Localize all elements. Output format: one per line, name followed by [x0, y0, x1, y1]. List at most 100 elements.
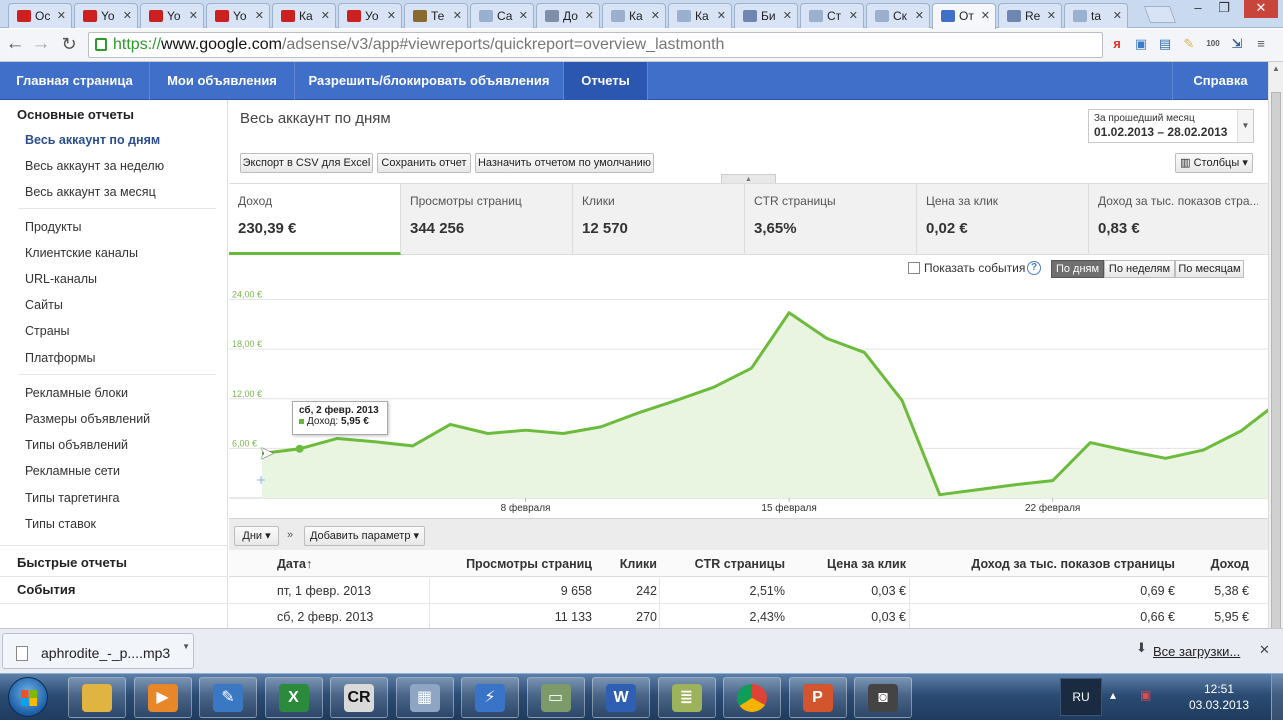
close-tab-icon[interactable]: ✕: [1113, 9, 1122, 22]
nav-home[interactable]: Главная страница: [0, 62, 150, 100]
close-tab-icon[interactable]: ✕: [783, 9, 792, 22]
tray-expand-icon[interactable]: ▴: [1110, 688, 1116, 702]
close-tab-icon[interactable]: ✕: [849, 9, 858, 22]
download-item[interactable]: aphrodite_-_p....mp3 ▼: [2, 633, 194, 669]
granularity-by-day[interactable]: По дням: [1051, 260, 1104, 278]
close-tab-icon[interactable]: ✕: [321, 9, 330, 22]
sidebar-item-ad-networks[interactable]: Рекламные сети: [25, 464, 120, 478]
scrollbar-thumb[interactable]: [1271, 92, 1281, 677]
sidebar-item-products[interactable]: Продукты: [25, 220, 81, 234]
metric-page-views[interactable]: Просмотры страниц 344 256: [401, 184, 573, 254]
metric-cpc[interactable]: Цена за клик 0,02 €: [917, 184, 1089, 254]
col-rpm[interactable]: Доход за тыс. показов страницы: [929, 557, 1175, 571]
browser-tab[interactable]: Ос ✕: [8, 3, 72, 28]
browser-tab[interactable]: Ка ✕: [272, 3, 336, 28]
close-tab-icon[interactable]: ✕: [255, 9, 264, 22]
sidebar-item-countries[interactable]: Страны: [25, 324, 70, 338]
metric-revenue[interactable]: Доход 230,39 €: [229, 184, 401, 255]
metric-page-rpm[interactable]: Доход за тыс. показов стра... 0,83 €: [1089, 184, 1268, 254]
sidebar-item-ad-units[interactable]: Рекламные блоки: [25, 386, 128, 400]
sidebar-item-url-channels[interactable]: URL-каналы: [25, 272, 97, 286]
sidebar-item-account-daily[interactable]: Весь аккаунт по дням: [25, 133, 160, 147]
table-row[interactable]: сб, 2 февр. 2013 11 133 270 2,43% 0,03 € 0,66…: [229, 604, 1268, 630]
taskbar-app-media-player[interactable]: ▶: [133, 677, 192, 718]
revenue-line-chart[interactable]: 6,00 € 12,00 € 18,00 € 24,00 € 8 февраля 15 ф…: [229, 283, 1268, 517]
sidebar-item-custom-channels[interactable]: Клиентские каналы: [25, 246, 138, 260]
taskbar-app-monitor[interactable]: ▭: [526, 677, 585, 718]
col-date[interactable]: Дата↑: [277, 557, 312, 571]
browser-tab[interactable]: Ст ✕: [800, 3, 864, 28]
menu-icon[interactable]: ≡: [1252, 35, 1270, 53]
save-report-button[interactable]: Сохранить отчет: [377, 153, 471, 173]
reload-icon[interactable]: ↻: [58, 33, 80, 55]
new-tab-button[interactable]: [1143, 6, 1177, 23]
close-tab-icon[interactable]: ✕: [57, 9, 66, 22]
sidebar-item-sites[interactable]: Сайты: [25, 298, 63, 312]
show-desktop-button[interactable]: [1271, 674, 1283, 720]
taskbar-app-powerpoint[interactable]: P: [788, 677, 847, 718]
chevron-down-icon[interactable]: ▼: [1237, 110, 1253, 142]
close-tab-icon[interactable]: ✕: [387, 9, 396, 22]
dimension-dropdown[interactable]: Дни ▾: [234, 526, 279, 546]
nav-allow-block-ads[interactable]: Разрешить/блокировать объявления: [295, 62, 564, 100]
yandex-bar-icon[interactable]: я: [1108, 35, 1126, 53]
nav-help[interactable]: Справка: [1172, 62, 1268, 100]
browser-tab[interactable]: ta ✕: [1064, 3, 1128, 28]
taskbar-app-chrome[interactable]: [723, 677, 781, 718]
sidebar-item-account-weekly[interactable]: Весь аккаунт за неделю: [25, 159, 164, 173]
taskbar-app-calculator[interactable]: ▦: [395, 677, 454, 718]
close-tab-icon[interactable]: ✕: [1047, 9, 1056, 22]
granularity-by-month[interactable]: По месяцам: [1175, 260, 1244, 278]
browser-tab[interactable]: Re ✕: [998, 3, 1062, 28]
browser-tab[interactable]: Те ✕: [404, 3, 468, 28]
close-tab-icon[interactable]: ✕: [981, 9, 990, 22]
close-tab-icon[interactable]: ✕: [519, 9, 528, 22]
browser-tab[interactable]: Уо ✕: [338, 3, 402, 28]
nav-my-ads[interactable]: Мои объявления: [150, 62, 295, 100]
nav-reports[interactable]: Отчеты: [564, 62, 648, 100]
taskbar-app-camera[interactable]: ◙: [854, 677, 912, 718]
close-window-button[interactable]: ✕: [1244, 0, 1278, 18]
browser-tab[interactable]: Ск ✕: [866, 3, 930, 28]
close-tab-icon[interactable]: ✕: [453, 9, 462, 22]
sidebar-item-targeting-types[interactable]: Типы таргетинга: [25, 491, 119, 505]
all-downloads-link[interactable]: Все загрузки...: [1153, 644, 1240, 659]
browser-tab[interactable]: До ✕: [536, 3, 600, 28]
maximize-button[interactable]: ❐: [1212, 0, 1236, 18]
sidebar-heading-events[interactable]: События: [17, 582, 75, 597]
sidebar-item-bid-types[interactable]: Типы ставок: [25, 517, 96, 531]
close-icon[interactable]: ✕: [1259, 642, 1270, 658]
browser-tab[interactable]: Yo ✕: [74, 3, 138, 28]
clock[interactable]: 12:51 03.03.2013: [1184, 681, 1254, 713]
browser-tab[interactable]: Yo ✕: [206, 3, 270, 28]
close-tab-icon[interactable]: ✕: [651, 9, 660, 22]
taskbar-app-explorer[interactable]: [68, 677, 126, 718]
show-events-checkbox[interactable]: [908, 262, 920, 274]
translate-icon[interactable]: ▣: [1132, 35, 1150, 53]
start-button[interactable]: [8, 677, 48, 717]
add-parameter-dropdown[interactable]: Добавить параметр ▾: [304, 526, 425, 546]
page-scrollbar[interactable]: ▲: [1268, 62, 1283, 677]
extension-icon[interactable]: ⇲: [1228, 35, 1246, 53]
back-icon[interactable]: ←: [4, 33, 26, 55]
taskbar-app-word[interactable]: W: [592, 677, 650, 718]
sidebar-heading-quick-reports[interactable]: Быстрые отчеты: [17, 555, 127, 570]
metric-clicks[interactable]: Клики 12 570: [573, 184, 745, 254]
address-bar[interactable]: https://www.google.com/adsense/v3/app#vi…: [88, 32, 1103, 58]
date-range-picker[interactable]: За прошедший месяц 01.02.2013 – 28.02.20…: [1088, 109, 1254, 143]
counter-icon[interactable]: 100: [1204, 35, 1222, 53]
browser-tab[interactable]: От ✕: [932, 3, 996, 29]
taskbar-app-flash[interactable]: ⚡: [461, 677, 519, 718]
screen-icon[interactable]: ▤: [1156, 35, 1174, 53]
table-row[interactable]: пт, 1 февр. 2013 9 658 242 2,51% 0,03 € 0,69 …: [229, 578, 1268, 604]
browser-tab[interactable]: Ка ✕: [668, 3, 732, 28]
browser-tab[interactable]: Yo ✕: [140, 3, 204, 28]
taskbar-app-stack[interactable]: ≣: [657, 677, 716, 718]
close-tab-icon[interactable]: ✕: [717, 9, 726, 22]
col-page-views[interactable]: Просмотры страниц: [437, 557, 592, 571]
export-csv-button[interactable]: Экспорт в CSV для Excel: [240, 153, 373, 173]
taskbar-app-tool[interactable]: ✎: [199, 677, 257, 718]
set-default-report-button[interactable]: Назначить отчетом по умолчанию: [475, 153, 654, 173]
browser-tab[interactable]: Ка ✕: [602, 3, 666, 28]
minimize-button[interactable]: –: [1186, 0, 1210, 18]
